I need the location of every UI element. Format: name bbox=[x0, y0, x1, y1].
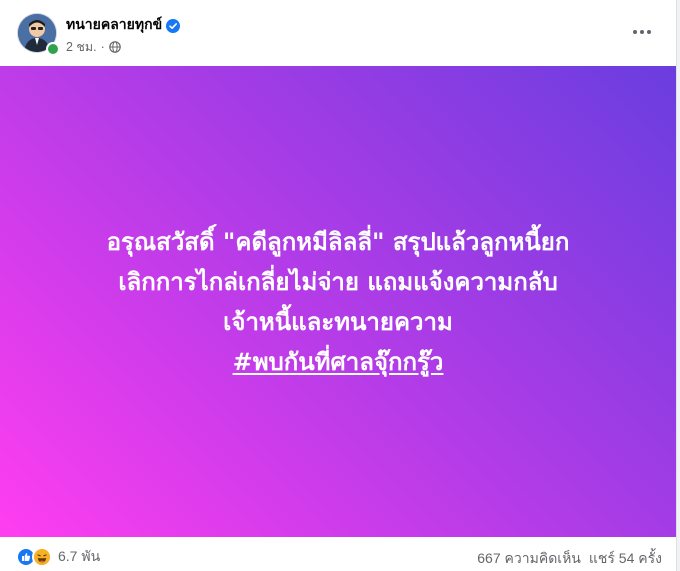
author-row: ทนายคลายทุกข์ bbox=[66, 14, 181, 36]
post-background: อรุณสวัสดิ์ "คดีลูกหมีลิลลี่" สรุปแล้วลู… bbox=[0, 66, 676, 537]
online-status-dot bbox=[46, 42, 60, 56]
hashtag-link[interactable]: #พบกันที่ศาลจุ๊กกรู๊ว bbox=[233, 342, 444, 382]
more-options-icon-dot bbox=[647, 30, 651, 34]
comments-count[interactable]: 667 ความคิดเห็น bbox=[477, 548, 581, 570]
engagement-stats: 667 ความคิดเห็น แชร์ 54 ครั้ง bbox=[477, 548, 662, 570]
verified-badge-icon bbox=[166, 18, 181, 33]
post-text-line: เลิกการไกล่เกลี่ยไม่จ่าย แถมแจ้งความกลับ bbox=[118, 267, 558, 296]
post-text-line: อรุณสวัสดิ์ "คดีลูกหมีลิลลี่" สรุปแล้วลู… bbox=[106, 227, 570, 256]
reactions-summary[interactable]: 6.7 พัน bbox=[16, 546, 100, 568]
shares-count[interactable]: แชร์ 54 ครั้ง bbox=[589, 548, 662, 570]
author-name[interactable]: ทนายคลายทุกข์ bbox=[66, 14, 162, 36]
reactions-count: 6.7 พัน bbox=[58, 548, 101, 564]
haha-icon bbox=[32, 547, 52, 567]
more-options-icon-dot bbox=[640, 30, 644, 34]
globe-icon[interactable] bbox=[108, 41, 121, 53]
post-text-line: เจ้าหนี้และทนายความ bbox=[223, 307, 453, 336]
post-header: ทนายคลายทุกข์ 2 ชม. · bbox=[0, 0, 676, 66]
more-options-icon bbox=[633, 30, 637, 34]
post-card: ทนายคลายทุกข์ 2 ชม. · อรุณสวัสดิ์ "คดีลู… bbox=[0, 0, 677, 571]
meta-separator: · bbox=[100, 40, 105, 54]
post-text: อรุณสวัสดิ์ "คดีลูกหมีลิลลี่" สรุปแล้วลู… bbox=[0, 66, 676, 537]
more-options-button[interactable] bbox=[624, 16, 660, 48]
post-footer: 6.7 พัน 667 ความคิดเห็น แชร์ 54 ครั้ง bbox=[0, 537, 676, 571]
post-meta: 2 ชม. · bbox=[66, 37, 121, 57]
post-timestamp[interactable]: 2 ชม. bbox=[66, 37, 97, 57]
